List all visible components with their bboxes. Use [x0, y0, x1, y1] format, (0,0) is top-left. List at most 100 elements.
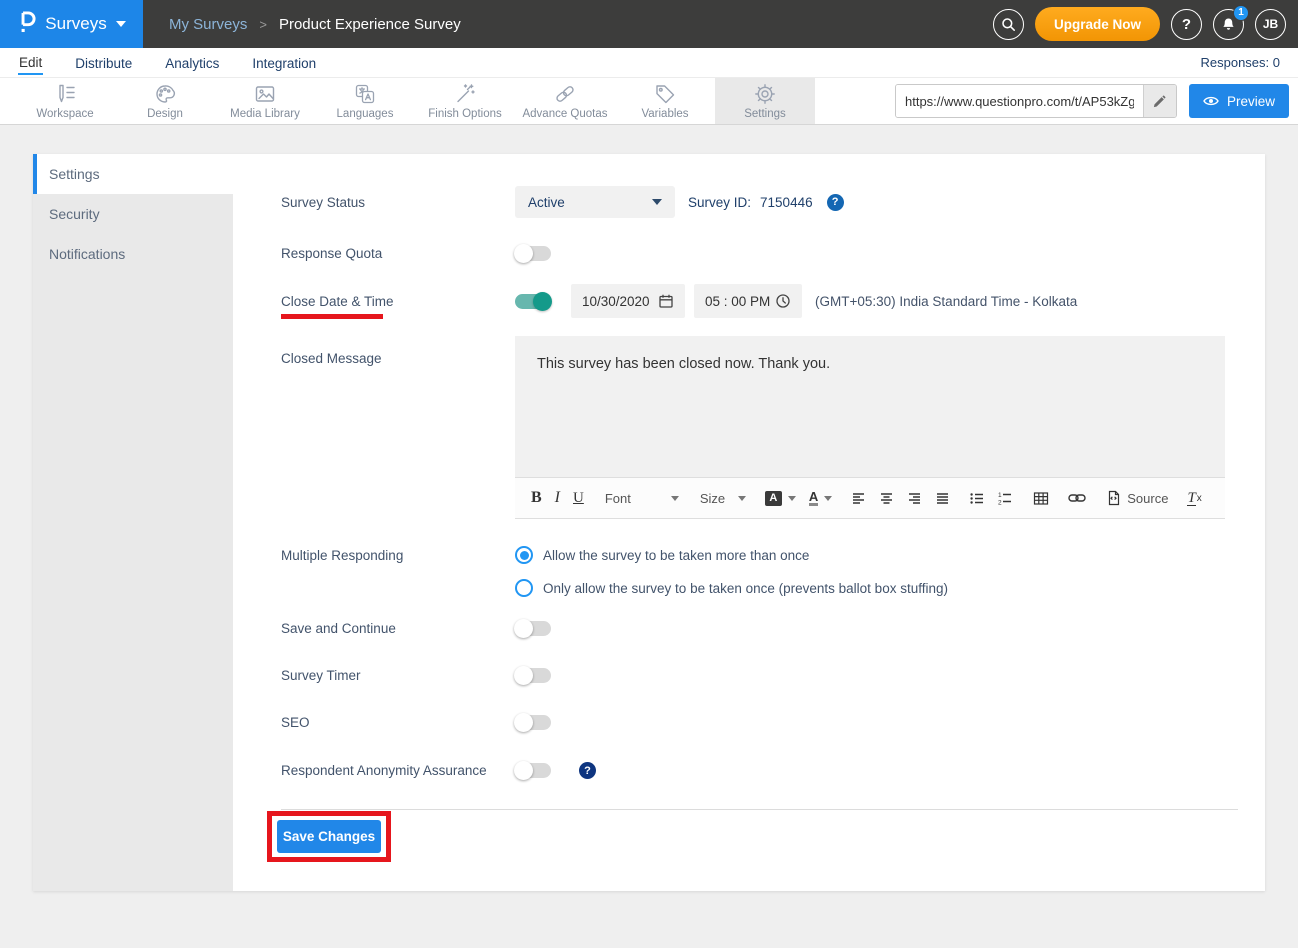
save-and-continue-toggle[interactable]	[515, 621, 551, 636]
edit-url-button[interactable]	[1143, 85, 1176, 117]
align-left-button[interactable]	[851, 491, 866, 506]
gear-icon	[753, 82, 777, 106]
palette-icon	[153, 82, 177, 106]
align-center-button[interactable]	[879, 491, 894, 506]
editor-toolbar: B I U Font Size A	[515, 477, 1225, 519]
content-area: Settings Security Notifications Survey S…	[0, 125, 1298, 891]
row-survey-status: Survey Status Active Survey ID: 7150446 …	[281, 186, 1265, 218]
close-date-label: Close Date & Time	[281, 294, 394, 309]
eye-icon	[1203, 95, 1219, 107]
closed-message-text[interactable]: This survey has been closed now. Thank y…	[515, 336, 1225, 477]
survey-timer-toggle[interactable]	[515, 668, 551, 683]
notification-badge: 1	[1233, 5, 1249, 21]
sidebar-item-settings[interactable]: Settings	[33, 154, 233, 194]
survey-id-value: 7150446	[760, 195, 813, 210]
underline-button[interactable]: U	[573, 490, 584, 507]
chevron-down-icon	[788, 496, 796, 501]
notifications-button[interactable]: 1	[1213, 9, 1244, 40]
ribbon-right: Preview	[895, 78, 1298, 124]
avatar[interactable]: JB	[1255, 9, 1286, 40]
save-changes-button[interactable]: Save Changes	[277, 820, 381, 853]
respondent-anonymity-help-icon[interactable]: ?	[579, 762, 596, 779]
bullet-list-button[interactable]	[969, 491, 984, 506]
table-button[interactable]	[1033, 491, 1049, 506]
close-date-input[interactable]: 10/30/2020	[571, 284, 685, 318]
remove-format-button[interactable]: Tx	[1187, 491, 1201, 506]
tab-distribute[interactable]: Distribute	[74, 52, 133, 74]
remove-format-icon: T	[1187, 491, 1195, 506]
font-dropdown[interactable]: Font	[605, 491, 679, 506]
ribbon-tab-finish-options[interactable]: Finish Options	[415, 78, 515, 124]
survey-id-help-icon[interactable]: ?	[827, 194, 844, 211]
breadcrumb-separator: >	[259, 17, 267, 32]
source-button[interactable]: Source	[1107, 490, 1168, 506]
tab-edit[interactable]: Edit	[18, 51, 43, 75]
help-button[interactable]: ?	[1171, 9, 1202, 40]
respondent-anonymity-toggle[interactable]	[515, 763, 551, 778]
chevron-down-icon	[116, 21, 126, 27]
align-right-button[interactable]	[907, 491, 922, 506]
product-name: Surveys	[45, 14, 106, 34]
upgrade-now-button[interactable]: Upgrade Now	[1035, 7, 1160, 41]
bullet-list-icon	[969, 491, 984, 506]
link-button[interactable]	[1068, 492, 1086, 504]
questionpro-logo-icon	[17, 9, 36, 40]
ribbon-tab-design[interactable]: Design	[115, 78, 215, 124]
size-dropdown[interactable]: Size	[700, 491, 746, 506]
breadcrumb-my-surveys[interactable]: My Surveys	[169, 16, 247, 33]
respondent-anonymity-label: Respondent Anonymity Assurance	[281, 763, 515, 778]
edit-ribbon: Workspace Design Media Library Languages…	[0, 77, 1298, 125]
text-color-icon: A	[809, 490, 818, 506]
ribbon-tab-languages[interactable]: Languages	[315, 78, 415, 124]
ribbon-tab-advance-quotas[interactable]: Advance Quotas	[515, 78, 615, 124]
radio-allow-once[interactable]: Only allow the survey to be taken once (…	[515, 579, 948, 597]
topbar-actions: Upgrade Now ? 1 JB	[993, 7, 1298, 41]
ribbon-tab-variables[interactable]: Variables	[615, 78, 715, 124]
bold-button[interactable]: B	[531, 489, 542, 507]
survey-status-select[interactable]: Active	[515, 186, 675, 218]
calendar-icon	[658, 293, 674, 309]
settings-sidebar: Settings Security Notifications	[33, 154, 233, 891]
svg-text:2: 2	[998, 499, 1002, 506]
sidebar-rest: Security Notifications	[33, 194, 233, 891]
preview-button[interactable]: Preview	[1189, 84, 1289, 118]
numbered-list-button[interactable]: 1 2	[997, 491, 1012, 506]
chevron-down-icon	[652, 199, 662, 205]
breadcrumb-current-survey: Product Experience Survey	[279, 16, 461, 33]
table-icon	[1033, 491, 1049, 506]
settings-form: Survey Status Active Survey ID: 7150446 …	[233, 154, 1265, 891]
numbered-list-icon: 1 2	[997, 491, 1012, 506]
search-button[interactable]	[993, 9, 1024, 40]
survey-subnav: Edit Distribute Analytics Integration Re…	[0, 48, 1298, 77]
italic-button[interactable]: I	[555, 489, 560, 507]
magic-wand-icon	[453, 82, 477, 106]
response-quota-toggle[interactable]	[515, 246, 551, 261]
radio-allow-multiple[interactable]: Allow the survey to be taken more than o…	[515, 546, 948, 564]
close-date-toggle[interactable]	[515, 294, 551, 309]
align-justify-button[interactable]	[935, 491, 950, 506]
background-color-button[interactable]: A	[765, 491, 796, 506]
pencil-list-icon	[53, 82, 77, 106]
close-time-input[interactable]: 05 : 00 PM	[694, 284, 802, 318]
text-color-button[interactable]: A	[809, 490, 832, 506]
seo-toggle[interactable]	[515, 715, 551, 730]
chevron-down-icon	[738, 496, 746, 501]
app-logo-block[interactable]: Surveys	[0, 0, 143, 48]
tab-integration[interactable]: Integration	[251, 52, 317, 74]
svg-text:1: 1	[998, 492, 1002, 499]
chain-links-icon	[553, 82, 577, 106]
align-right-icon	[907, 491, 922, 506]
ribbon-tab-settings[interactable]: Settings	[715, 78, 815, 124]
source-code-icon	[1107, 490, 1121, 506]
survey-url-input[interactable]	[896, 85, 1143, 117]
seo-label: SEO	[281, 715, 515, 730]
ribbon-tab-workspace[interactable]: Workspace	[15, 78, 115, 124]
tab-analytics[interactable]: Analytics	[164, 52, 220, 74]
ribbon-tab-media-library[interactable]: Media Library	[215, 78, 315, 124]
save-and-continue-label: Save and Continue	[281, 621, 515, 636]
row-multiple-responding: Multiple Responding Allow the survey to …	[281, 546, 1265, 597]
sidebar-item-security[interactable]: Security	[33, 194, 233, 234]
sidebar-item-notifications[interactable]: Notifications	[33, 234, 233, 274]
row-close-date: Close Date & Time 10/30/2020 05 : 00 PM …	[281, 284, 1265, 318]
align-center-icon	[879, 491, 894, 506]
